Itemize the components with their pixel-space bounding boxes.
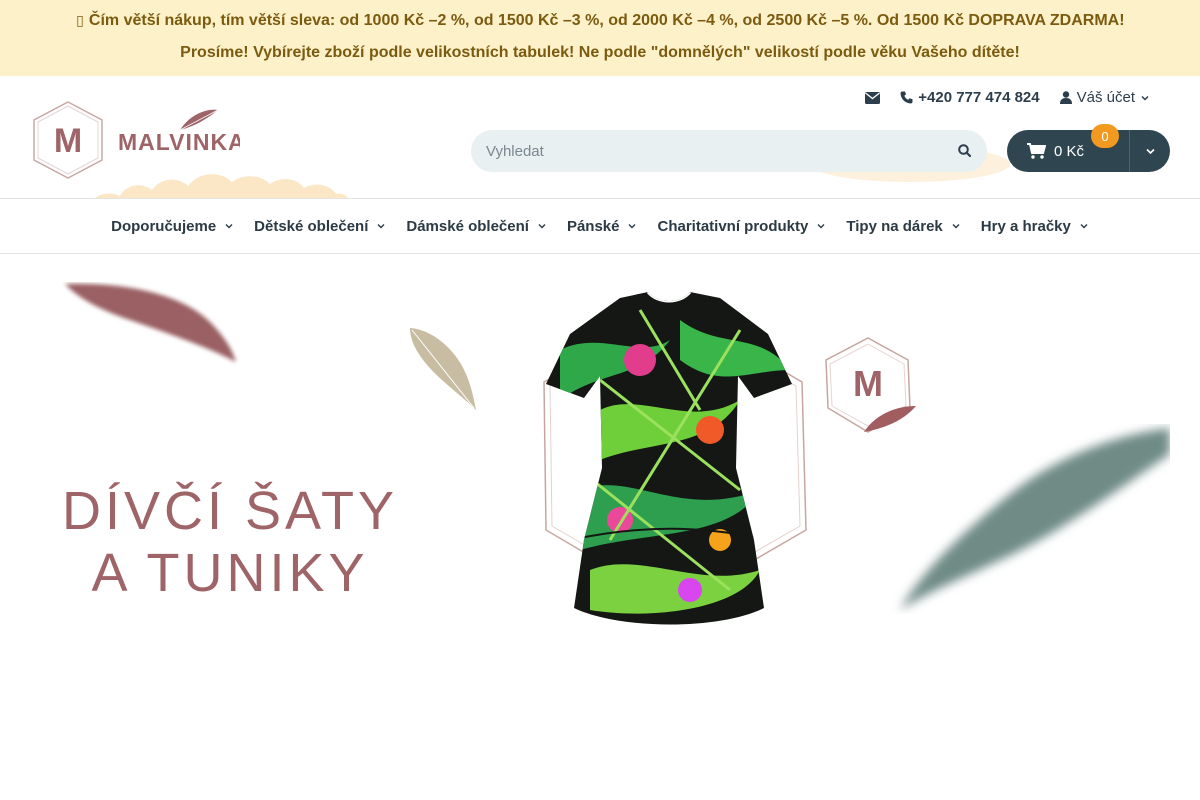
chevron-down-icon — [1080, 224, 1088, 229]
promo-size-note: Prosíme! Vybírejte zboží podle velikostn… — [180, 44, 1020, 61]
megaphone-icon: ▯ — [76, 12, 84, 28]
tropical-dress-image — [546, 292, 792, 625]
chevron-down-icon — [817, 224, 825, 229]
feather-brown-decoration — [65, 283, 236, 362]
nav-item-tipy-na-darek[interactable]: Tipy na dárek — [846, 218, 960, 235]
hero-title: DÍVČÍ ŠATY A TUNIKY — [30, 480, 430, 604]
search-input[interactable] — [471, 130, 931, 172]
cart-count-badge: 0 — [1091, 124, 1119, 148]
feather-beige-decoration — [410, 328, 476, 410]
chevron-down-icon — [538, 224, 546, 229]
chevron-down-icon — [628, 224, 636, 229]
logo-letter: M — [54, 122, 82, 160]
feather-green-decoration — [900, 428, 1170, 610]
shopping-cart-icon — [1027, 143, 1046, 159]
chevron-down-icon — [225, 224, 233, 229]
nav-item-panske[interactable]: Pánské — [567, 218, 638, 235]
envelope-icon — [865, 91, 881, 104]
search-icon[interactable] — [957, 143, 973, 159]
nav-item-damske-obleceni[interactable]: Dámské oblečení — [406, 218, 547, 235]
hero-banner[interactable]: M DÍVČÍ ŠATY A TUNIKY — [30, 254, 1170, 674]
promo-discount-text: ▯ Čím větší nákup, tím větší sleva: od 1… — [76, 12, 1125, 29]
badge-letter: M — [853, 363, 883, 404]
chevron-down-icon — [377, 224, 385, 229]
chevron-down-icon — [1145, 148, 1155, 155]
brand-badge-decoration: M — [825, 337, 916, 433]
cart-dropdown-toggle[interactable] — [1130, 130, 1170, 172]
hero-title-line2: A TUNIKY — [91, 543, 369, 603]
promo-bar: ▯ Čím větší nákup, tím větší sleva: od 1… — [0, 0, 1200, 76]
malvinka-logo[interactable]: M MALVINKA — [30, 100, 245, 180]
nav-item-hry-a-hracky[interactable]: Hry a hračky — [981, 218, 1089, 235]
cart-total: 0 Kč — [1054, 142, 1085, 160]
chevron-down-icon — [952, 224, 960, 229]
phone-link[interactable]: +420 777 474 824 — [900, 89, 1040, 106]
chevron-down-icon — [1141, 95, 1149, 101]
account-link[interactable]: Váš účet — [1059, 89, 1150, 106]
phone-icon — [900, 91, 913, 104]
user-icon — [1059, 91, 1072, 104]
nav-item-detske-obleceni[interactable]: Dětské oblečení — [254, 218, 386, 235]
search-bar — [471, 130, 987, 172]
cart-widget: 0 Kč 0 — [1007, 124, 1170, 172]
top-links: +420 777 474 824 Váš účet — [865, 89, 1150, 106]
email-link[interactable] — [865, 91, 881, 104]
logo-text: MALVINKA — [118, 129, 240, 155]
main-navigation: Doporučujeme Dětské oblečení Dámské oble… — [0, 198, 1200, 254]
header: M MALVINKA +420 777 474 824 Váš účet 0 K… — [0, 76, 1200, 198]
nav-item-doporucujeme[interactable]: Doporučujeme — [111, 218, 234, 235]
hero-title-line1: DÍVČÍ ŠATY — [61, 481, 399, 541]
nav-item-charitativni-produkty[interactable]: Charitativní produkty — [657, 218, 826, 235]
